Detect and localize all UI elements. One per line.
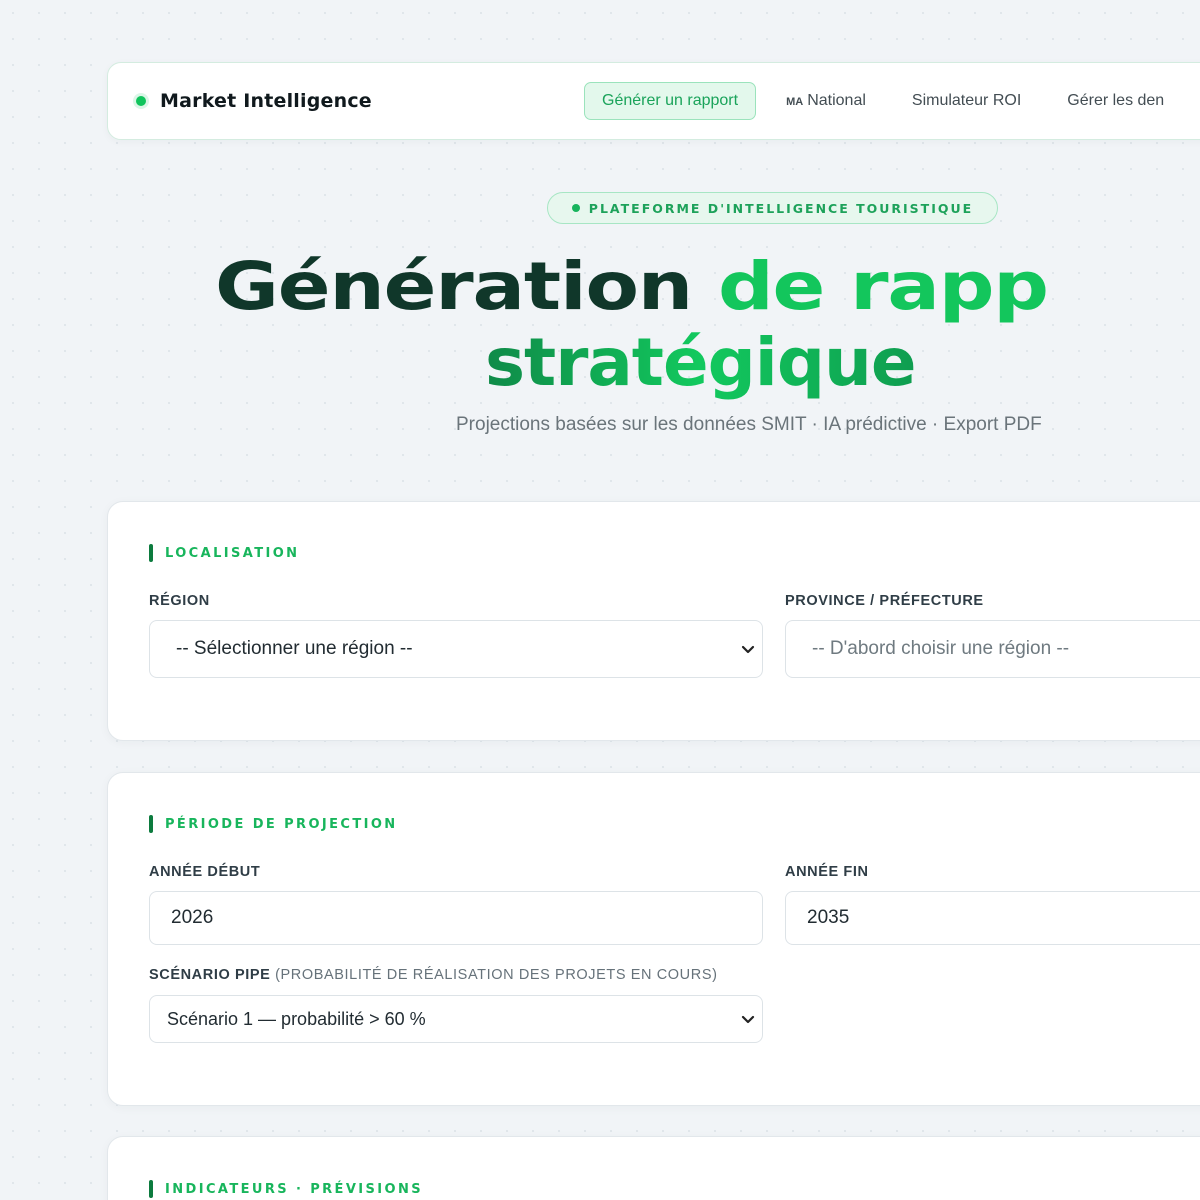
scenario-label-hint: (PROBABILITÉ DE RÉALISATION DES PROJETS … [275, 967, 718, 983]
scenario-select-value: Scénario 1 — probabilité > 60 % [167, 1008, 426, 1029]
badge-dot-icon [571, 204, 580, 212]
indicators-card: INDICATEURS · PRÉVISIONS [107, 1136, 1200, 1200]
projection-period-card: PÉRIODE DE PROJECTION ANNÉE DÉBUT 2026 A… [107, 772, 1200, 1106]
end-year-input[interactable]: 2035 [785, 891, 1200, 945]
nav-item-manage[interactable]: Gérer les den [1067, 92, 1164, 110]
start-year-label: ANNÉE DÉBUT [149, 864, 261, 880]
nav-item-national-label: National [807, 92, 866, 109]
page-subtitle: Projections basées sur les données SMIT … [456, 414, 1042, 435]
region-select-value: -- Sélectionner une région -- [176, 638, 413, 659]
brand[interactable]: Market Intelligence [136, 63, 372, 139]
chevron-down-icon [741, 1015, 755, 1024]
province-select-value: -- D'abord choisir une région -- [812, 638, 1070, 659]
section-label: INDICATEURS · PRÉVISIONS [165, 1181, 424, 1197]
hero-badge-text: PLATEFORME D'INTELLIGENCE TOURISTIQUE [588, 200, 974, 216]
period-section-title: PÉRIODE DE PROJECTION [149, 815, 398, 833]
section-accent-bar [149, 815, 153, 833]
section-label: PÉRIODE DE PROJECTION [165, 816, 398, 832]
page: Market Intelligence Générer un rapport M… [0, 0, 1200, 1200]
brand-status-dot-icon [136, 96, 146, 106]
hero-badge: PLATEFORME D'INTELLIGENCE TOURISTIQUE [547, 192, 998, 224]
region-select[interactable]: -- Sélectionner une région -- [149, 620, 763, 678]
brand-name: Market Intelligence [160, 90, 372, 112]
nav-item-generate-report[interactable]: Générer un rapport [584, 82, 757, 120]
page-title-line2: stratégique [485, 324, 917, 401]
nav-item-roi-simulator[interactable]: Simulateur ROI [912, 92, 1021, 110]
page-title-part1: Génération [215, 248, 693, 325]
section-accent-bar [149, 544, 153, 562]
nav-item-national[interactable]: MA National [786, 92, 866, 110]
localisation-card: LOCALISATION RÉGION -- Sélectionner une … [107, 501, 1200, 741]
start-year-input[interactable]: 2026 [149, 891, 763, 945]
morocco-flag-icon: MA [786, 96, 804, 108]
section-accent-bar [149, 1180, 153, 1198]
top-navbar: Market Intelligence Générer un rapport M… [107, 62, 1200, 140]
end-year-label: ANNÉE FIN [785, 864, 869, 880]
nav-links: Générer un rapport MA National Simulateur… [584, 63, 1164, 139]
province-label: PROVINCE / PRÉFECTURE [785, 593, 984, 609]
region-label: RÉGION [149, 593, 210, 609]
indicators-section-title: INDICATEURS · PRÉVISIONS [149, 1180, 423, 1198]
scenario-label-text: SCÉNARIO PIPE [149, 967, 271, 983]
start-year-value: 2026 [171, 907, 214, 928]
localisation-section-title: LOCALISATION [149, 544, 299, 562]
scenario-select[interactable]: Scénario 1 — probabilité > 60 % [149, 995, 763, 1043]
chevron-down-icon [741, 645, 755, 654]
scenario-label: SCÉNARIO PIPE (PROBABILITÉ DE RÉALISATIO… [149, 967, 718, 983]
end-year-value: 2035 [807, 907, 850, 928]
province-select[interactable]: -- D'abord choisir une région -- [785, 620, 1200, 678]
page-title-part2: de rapp [717, 248, 1049, 325]
section-label: LOCALISATION [165, 545, 300, 561]
page-title: Génération de rapp [215, 248, 1200, 326]
